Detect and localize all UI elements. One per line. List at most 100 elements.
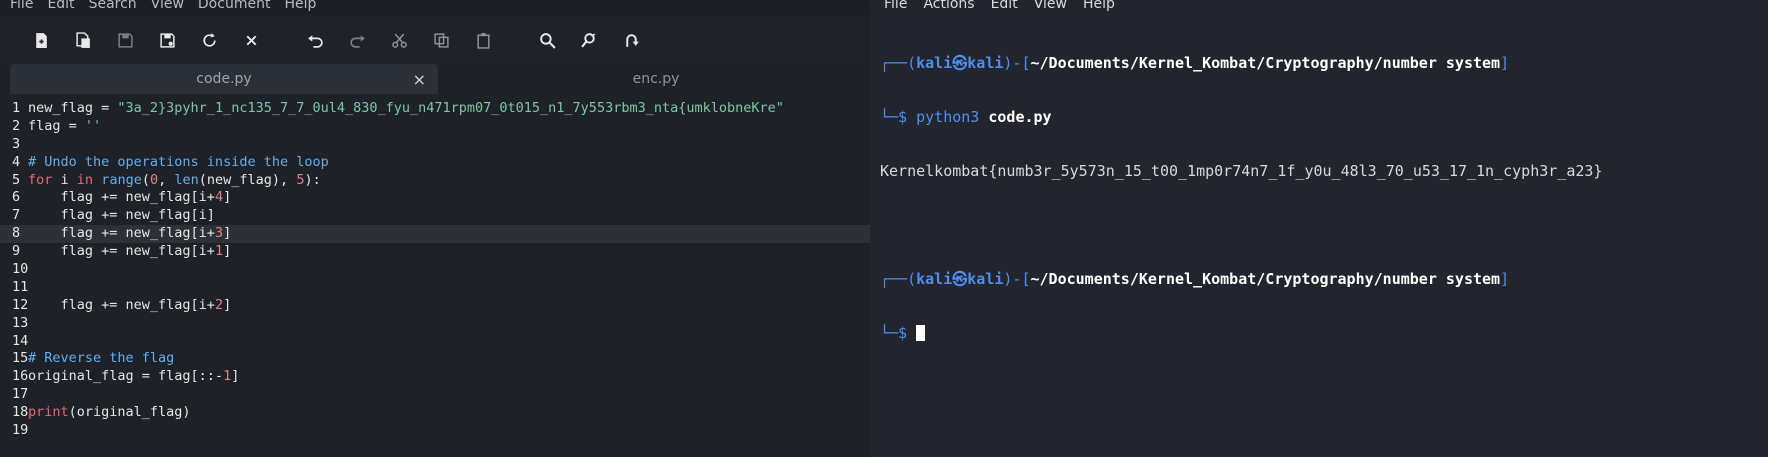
- code-line[interactable]: 14: [0, 333, 870, 351]
- code-line[interactable]: 5 for i in range(0, len(new_flag), 5):: [0, 172, 870, 190]
- menu-file[interactable]: File: [10, 0, 33, 12]
- code-token: 4: [214, 189, 224, 206]
- term-menu-edit[interactable]: Edit: [991, 0, 1018, 11]
- line-content: for i in range(0, len(new_flag), 5):: [28, 172, 321, 188]
- code-token: print: [28, 404, 69, 421]
- close-icon: [246, 35, 256, 45]
- line-number: 1: [12, 100, 21, 116]
- code-token: flag += new_flag[i+: [28, 225, 215, 242]
- code-line[interactable]: 3: [0, 136, 870, 154]
- code-line[interactable]: 17: [0, 386, 870, 404]
- term-menu-view[interactable]: View: [1034, 0, 1067, 11]
- code-token: # Undo the operations inside the loop: [28, 153, 329, 170]
- line-number: 18: [12, 404, 29, 421]
- terminal-menubar: File Actions Edit View Help: [870, 0, 1768, 14]
- term-menu-file[interactable]: File: [884, 0, 907, 11]
- new-window-button[interactable]: [62, 25, 104, 55]
- code-line[interactable]: 11: [0, 279, 870, 297]
- code-token: new_flag =: [28, 100, 118, 116]
- menu-document[interactable]: Document: [198, 0, 271, 12]
- code-line[interactable]: 2 flag = '': [0, 118, 870, 136]
- line-number: 8: [12, 225, 21, 242]
- code-line[interactable]: 15# Reverse the flag: [0, 350, 870, 368]
- new-window-icon: [75, 31, 90, 48]
- code-token: ,: [158, 171, 175, 188]
- code-line[interactable]: 1 new_flag = "3a_2}3pyhr_1_nc135_7_7_0ul4…: [0, 100, 870, 118]
- line-number: 17: [12, 386, 29, 403]
- code-line[interactable]: 7 flag += new_flag[i]: [0, 207, 870, 225]
- save-button[interactable]: [104, 25, 146, 55]
- find-icon: [539, 32, 556, 49]
- code-token: flag += new_flag[i+: [28, 243, 215, 260]
- find-replace-button[interactable]: [568, 25, 610, 55]
- code-token: (: [141, 171, 150, 188]
- code-line[interactable]: 10: [0, 261, 870, 279]
- code-token: ]: [231, 368, 240, 385]
- code-line[interactable]: 18print(original_flag): [0, 404, 870, 422]
- code-area[interactable]: 1 new_flag = "3a_2}3pyhr_1_nc135_7_7_0ul4…: [0, 100, 870, 440]
- goto-button[interactable]: [610, 25, 652, 55]
- tab-label: enc.py: [632, 71, 680, 87]
- redo-button[interactable]: [336, 25, 378, 55]
- command-line: └─$ python3 code.py: [880, 108, 1052, 126]
- copy-button[interactable]: [420, 25, 462, 55]
- code-line[interactable]: 9 flag += new_flag[i+1]: [0, 243, 870, 261]
- tab-enc-py[interactable]: enc.py: [442, 64, 870, 94]
- code-line[interactable]: 13: [0, 315, 870, 333]
- terminal-window[interactable]: File Actions Edit View Help ┌──(kali㉿kal…: [870, 0, 1768, 457]
- code-token: flag =: [28, 117, 85, 134]
- code-token: "3a_2}3pyhr_1_nc135_7_7_0ul4_830_fyu_n47…: [117, 100, 784, 116]
- code-token: ]: [223, 189, 232, 206]
- tab-close-icon[interactable]: ×: [413, 70, 426, 89]
- code-token: in: [76, 171, 94, 188]
- code-line[interactable]: 6 flag += new_flag[i+4]: [0, 189, 870, 207]
- copy-icon: [433, 32, 449, 48]
- find-button[interactable]: [526, 25, 568, 55]
- tab-label: code.py: [196, 71, 252, 87]
- line-number: 19: [12, 422, 29, 439]
- tab-code-py[interactable]: code.py ×: [10, 64, 438, 94]
- code-token: '': [84, 117, 102, 134]
- code-token: range: [101, 171, 142, 188]
- redo-icon: [349, 34, 365, 48]
- line-number: 15: [12, 350, 29, 367]
- line-content: original_flag = flag[::-1]: [28, 368, 239, 384]
- term-menu-actions[interactable]: Actions: [923, 0, 974, 11]
- paste-button[interactable]: [462, 25, 504, 55]
- save-as-icon: [159, 32, 175, 48]
- line-number: 7: [12, 207, 21, 224]
- save-as-button[interactable]: [146, 25, 188, 55]
- code-token: i: [52, 171, 77, 188]
- code-token: len: [174, 171, 199, 188]
- cut-icon: [391, 33, 407, 48]
- code-token: (new_flag),: [198, 171, 297, 188]
- menu-help[interactable]: Help: [284, 0, 316, 12]
- menu-search[interactable]: Search: [89, 0, 137, 12]
- active-prompt-line[interactable]: └─$: [880, 324, 1602, 342]
- code-token: flag += new_flag[i+: [28, 189, 215, 206]
- term-menu-help[interactable]: Help: [1083, 0, 1115, 11]
- code-token: 2: [214, 296, 224, 313]
- line-number: 14: [12, 332, 29, 349]
- code-token: ]: [223, 296, 232, 313]
- line-number: 5: [12, 171, 21, 188]
- code-line[interactable]: 12 flag += new_flag[i+2]: [0, 297, 870, 315]
- terminal-output: ┌──(kali㉿kali)-[~/Documents/Kernel_Komba…: [880, 18, 1602, 378]
- code-line[interactable]: 16original_flag = flag[::-1]: [0, 368, 870, 386]
- code-line[interactable]: 8 flag += new_flag[i+3]: [0, 225, 870, 244]
- code-line[interactable]: 4 # Undo the operations inside the loop: [0, 154, 870, 172]
- reload-button[interactable]: [188, 25, 230, 55]
- code-token: 3: [214, 225, 224, 242]
- new-file-button[interactable]: [20, 25, 62, 55]
- code-line[interactable]: 19: [0, 422, 870, 440]
- menu-view[interactable]: View: [151, 0, 184, 12]
- line-content: flag += new_flag[i+4]: [28, 189, 232, 206]
- close-file-button[interactable]: [230, 25, 272, 55]
- undo-icon: [307, 34, 323, 48]
- line-number: 12: [12, 296, 29, 313]
- text-editor-window: File Edit Search View Document Help code…: [0, 0, 870, 457]
- menu-edit[interactable]: Edit: [47, 0, 74, 12]
- undo-button[interactable]: [294, 25, 336, 55]
- cut-button[interactable]: [378, 25, 420, 55]
